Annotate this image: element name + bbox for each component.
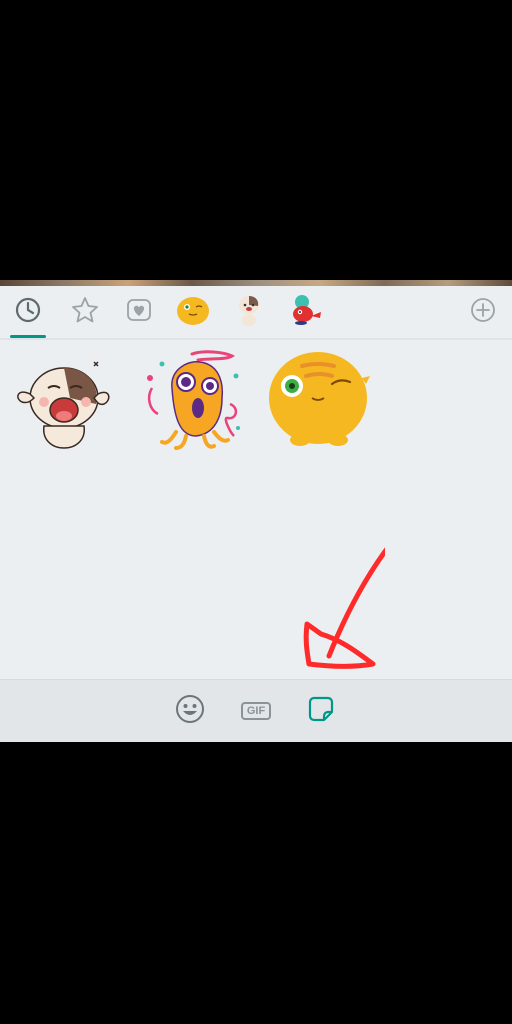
dog-sticker-icon bbox=[232, 292, 266, 333]
emoji-button[interactable] bbox=[172, 693, 208, 729]
tab-loved[interactable] bbox=[119, 294, 159, 330]
gif-label: GIF bbox=[240, 702, 272, 720]
sticker-winking-yellow-blob[interactable] bbox=[266, 348, 372, 454]
red-creature-sticker-icon bbox=[287, 292, 325, 333]
yellow-blob-sticker-icon bbox=[174, 292, 212, 333]
tab-favorites[interactable] bbox=[65, 294, 105, 330]
gif-button[interactable]: GIF bbox=[238, 693, 274, 729]
tab-sticker-pack-1[interactable] bbox=[173, 294, 213, 330]
annotation-arrow bbox=[303, 547, 385, 669]
plus-circle-icon bbox=[469, 296, 497, 329]
star-icon bbox=[70, 295, 100, 330]
clock-icon bbox=[14, 296, 42, 329]
emoji-gif-sticker-bar: GIF bbox=[0, 679, 512, 742]
add-sticker-pack-button[interactable] bbox=[463, 294, 503, 330]
sticker-icon bbox=[306, 694, 336, 729]
tab-sticker-pack-3[interactable] bbox=[286, 294, 326, 330]
sticker-button[interactable] bbox=[303, 693, 339, 729]
sticker-panel: GIF bbox=[0, 286, 512, 742]
sticker-tab-bar bbox=[0, 286, 512, 338]
sticker-grid bbox=[0, 346, 512, 666]
sticker-laughing-dog[interactable] bbox=[10, 354, 114, 454]
heart-icon bbox=[125, 296, 153, 329]
smiley-icon bbox=[175, 694, 205, 729]
tab-recent[interactable] bbox=[8, 294, 48, 338]
tab-sticker-pack-2[interactable] bbox=[229, 294, 269, 330]
sticker-scared-yellow-blob[interactable] bbox=[140, 348, 248, 454]
tab-divider bbox=[0, 338, 512, 340]
